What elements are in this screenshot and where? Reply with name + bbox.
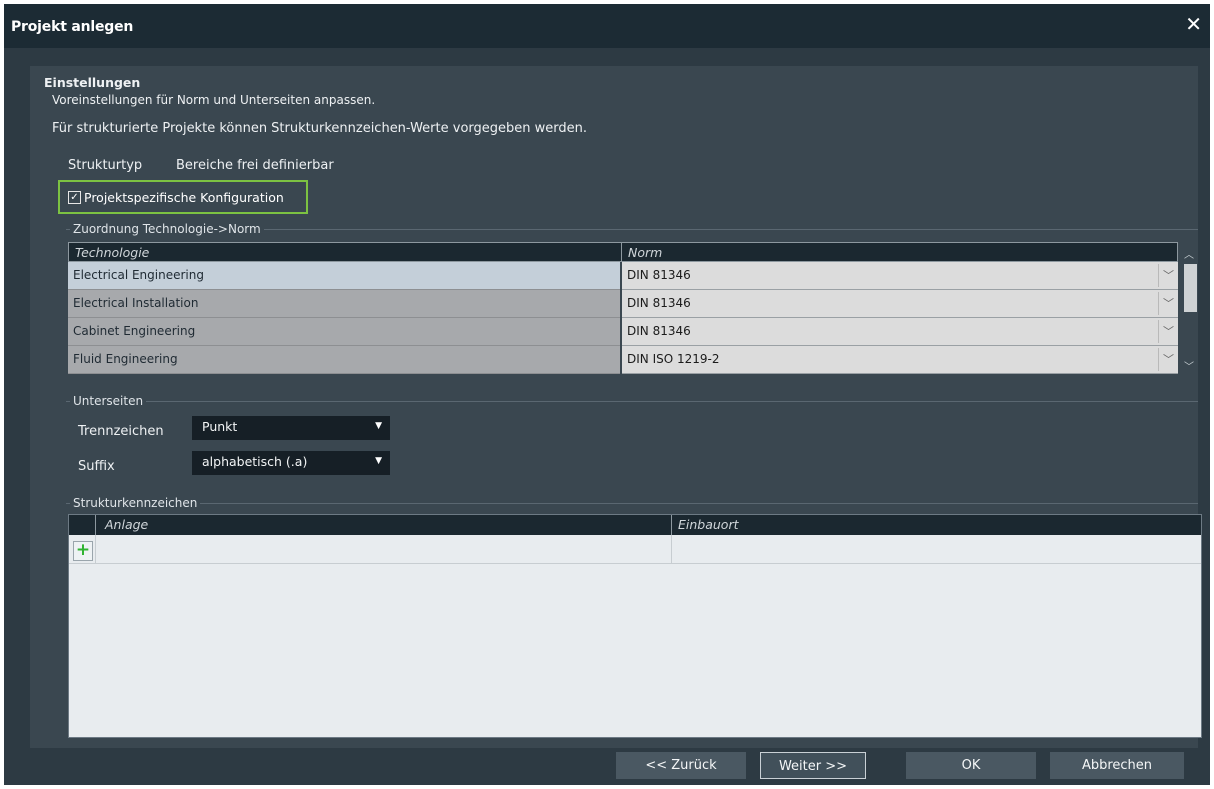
- scroll-up-icon[interactable]: ︿: [1180, 246, 1198, 261]
- chevron-down-icon[interactable]: ﹀: [1158, 264, 1178, 287]
- table-row[interactable]: Electrical Installation DIN 81346 ﹀: [68, 290, 1178, 318]
- suffix-label: Suffix: [78, 459, 115, 474]
- close-icon[interactable]: ✕: [1185, 14, 1202, 34]
- norm-cell[interactable]: DIN ISO 1219-2 ﹀: [622, 346, 1178, 374]
- strukturkennzeichen-group-border: [66, 503, 1198, 504]
- strukturkennzeichen-group-label: Strukturkennzeichen: [70, 496, 201, 510]
- column-divider: [621, 243, 622, 261]
- config-checkbox[interactable]: ✓: [68, 191, 81, 204]
- scrollbar-thumb[interactable]: [1184, 264, 1197, 312]
- settings-panel: Einstellungen Voreinstellungen für Norm …: [30, 66, 1202, 748]
- title-bar: Projekt anlegen ✕: [4, 4, 1210, 48]
- strukturkennzeichen-table-header: Anlage Einbauort: [69, 515, 1201, 535]
- strukturkennzeichen-table: Anlage Einbauort +: [68, 514, 1202, 738]
- chevron-down-icon[interactable]: ﹀: [1158, 292, 1178, 315]
- column-header-anlage[interactable]: Anlage: [105, 517, 148, 532]
- table-row[interactable]: Electrical Engineering DIN 81346 ﹀: [68, 262, 1178, 290]
- add-row-icon[interactable]: +: [73, 541, 93, 561]
- section-subheading: Voreinstellungen für Norm und Unterseite…: [52, 93, 376, 107]
- suffix-select[interactable]: alphabetisch (.a) ▼: [192, 451, 390, 475]
- cancel-button[interactable]: Abbrechen: [1050, 752, 1184, 779]
- dropdown-arrow-icon: ▼: [375, 421, 382, 431]
- technologie-cell: Fluid Engineering: [68, 346, 620, 374]
- strukturtyp-label: Strukturtyp: [68, 158, 143, 173]
- chevron-down-icon[interactable]: ﹀: [1158, 348, 1178, 371]
- norm-cell[interactable]: DIN 81346 ﹀: [622, 290, 1178, 318]
- back-button[interactable]: << Zurück: [616, 752, 746, 779]
- strukturtyp-value: Bereiche frei definierbar: [176, 158, 334, 173]
- trennzeichen-select[interactable]: Punkt ▼: [192, 416, 390, 440]
- dialog-title: Projekt anlegen: [11, 19, 134, 35]
- column-divider: [95, 515, 96, 535]
- section-hint: Für strukturierte Projekte können Strukt…: [52, 121, 588, 136]
- zuordnung-scrollbar[interactable]: ︿ ﹀: [1180, 242, 1198, 373]
- zuordnung-group-label: Zuordnung Technologie->Norm: [70, 222, 264, 236]
- norm-cell[interactable]: DIN 81346 ﹀: [622, 262, 1178, 290]
- unterseiten-group-label: Unterseiten: [70, 394, 147, 408]
- trennzeichen-label: Trennzeichen: [78, 424, 164, 439]
- section-heading: Einstellungen: [44, 75, 141, 90]
- table-row[interactable]: Fluid Engineering DIN ISO 1219-2 ﹀: [68, 346, 1178, 374]
- next-button[interactable]: Weiter >>: [760, 752, 866, 779]
- column-header-einbauort[interactable]: Einbauort: [678, 517, 739, 532]
- technologie-cell: Electrical Engineering: [68, 262, 620, 290]
- technologie-cell: Cabinet Engineering: [68, 318, 620, 346]
- ok-button[interactable]: OK: [906, 752, 1036, 779]
- zuordnung-table-header: Technologie Norm: [68, 242, 1178, 262]
- norm-cell[interactable]: DIN 81346 ﹀: [622, 318, 1178, 346]
- dropdown-arrow-icon: ▼: [375, 456, 382, 466]
- column-divider: [671, 515, 672, 535]
- column-divider: [671, 535, 672, 563]
- column-divider: [95, 535, 96, 563]
- column-header-norm[interactable]: Norm: [628, 245, 662, 260]
- unterseiten-group-border: [66, 401, 1198, 402]
- table-row[interactable]: Cabinet Engineering DIN 81346 ﹀: [68, 318, 1178, 346]
- config-highlight: ✓ Projektspezifische Konfiguration: [58, 180, 308, 214]
- project-create-dialog: Projekt anlegen ✕ Einstellungen Voreinst…: [4, 4, 1210, 785]
- scroll-down-icon[interactable]: ﹀: [1180, 358, 1198, 373]
- config-checkbox-label[interactable]: Projektspezifische Konfiguration: [84, 190, 284, 205]
- table-row[interactable]: +: [69, 535, 1201, 564]
- column-header-technologie[interactable]: Technologie: [75, 245, 149, 260]
- technologie-cell: Electrical Installation: [68, 290, 620, 318]
- chevron-down-icon[interactable]: ﹀: [1158, 320, 1178, 343]
